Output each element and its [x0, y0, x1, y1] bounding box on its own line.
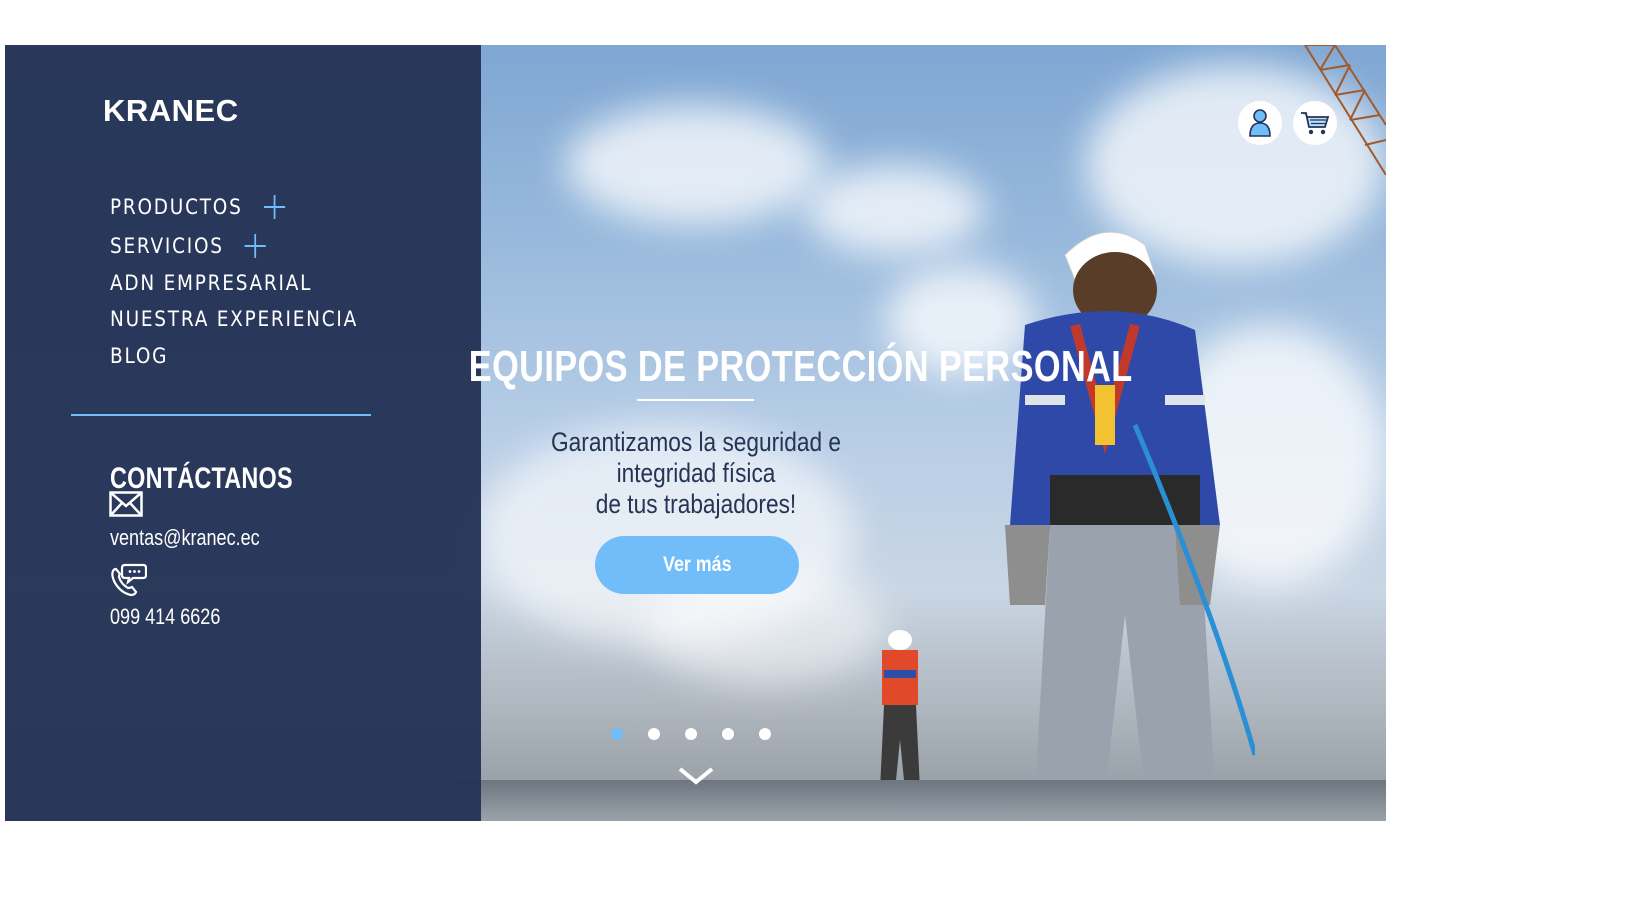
chevron-down-icon[interactable]	[678, 767, 714, 785]
plus-icon[interactable]	[244, 234, 267, 258]
sidebar: KRANEC PRODUCTOS SERVICIOS ADN EMPRESARI…	[5, 45, 481, 821]
nav-item-productos[interactable]: PRODUCTOS	[110, 195, 285, 219]
nav-divider	[71, 414, 371, 416]
hero-subtitle-line: Garantizamos la seguridad e integridad f…	[551, 427, 841, 488]
page-frame: KRANEC PRODUCTOS SERVICIOS ADN EMPRESARI…	[5, 45, 1386, 821]
slide-dot-1[interactable]	[611, 728, 623, 740]
nav-item-nuestra-experiencia[interactable]: NUESTRA EXPERIENCIA	[110, 307, 358, 331]
nav-item-label: PRODUCTOS	[110, 195, 243, 219]
contact-email[interactable]: ventas@kranec.ec	[110, 525, 260, 551]
slide-dot-5[interactable]	[759, 728, 771, 740]
ver-mas-button[interactable]: Ver más	[595, 536, 799, 594]
hero-subtitle-line: de tus trabajadores!	[595, 489, 797, 519]
brand-logo[interactable]: KRANEC	[103, 93, 239, 129]
user-icon	[1249, 109, 1271, 137]
slide-dot-3[interactable]	[685, 728, 697, 740]
phone-chat-icon	[111, 563, 147, 597]
hero-subtitle: Garantizamos la seguridad e integridad f…	[507, 427, 885, 520]
slide-dot-2[interactable]	[648, 728, 660, 740]
nav-item-blog[interactable]: BLOG	[110, 344, 168, 368]
nav-item-adn-empresarial[interactable]: ADN EMPRESARIAL	[110, 271, 312, 295]
hero-title: EQUIPOS DE PROTECCIÓN PERSONAL	[468, 342, 1133, 391]
worker-figure	[1005, 231, 1255, 795]
contact-phone[interactable]: 099 414 6626	[110, 604, 220, 630]
plus-icon[interactable]	[263, 195, 285, 219]
cart-icon	[1301, 112, 1330, 135]
slide-dot-4[interactable]	[722, 728, 734, 740]
nav-item-label: NUESTRA EXPERIENCIA	[110, 307, 359, 331]
user-account-button[interactable]	[1238, 101, 1282, 145]
cart-button[interactable]	[1293, 101, 1337, 145]
nav-item-label: ADN EMPRESARIAL	[110, 271, 313, 295]
nav-item-label: SERVICIOS	[110, 234, 224, 258]
envelope-icon	[109, 491, 143, 517]
nav-item-label: BLOG	[110, 344, 169, 368]
nav-item-servicios[interactable]: SERVICIOS	[110, 234, 267, 258]
title-underline	[637, 399, 754, 401]
worker-small-figure	[880, 630, 920, 790]
